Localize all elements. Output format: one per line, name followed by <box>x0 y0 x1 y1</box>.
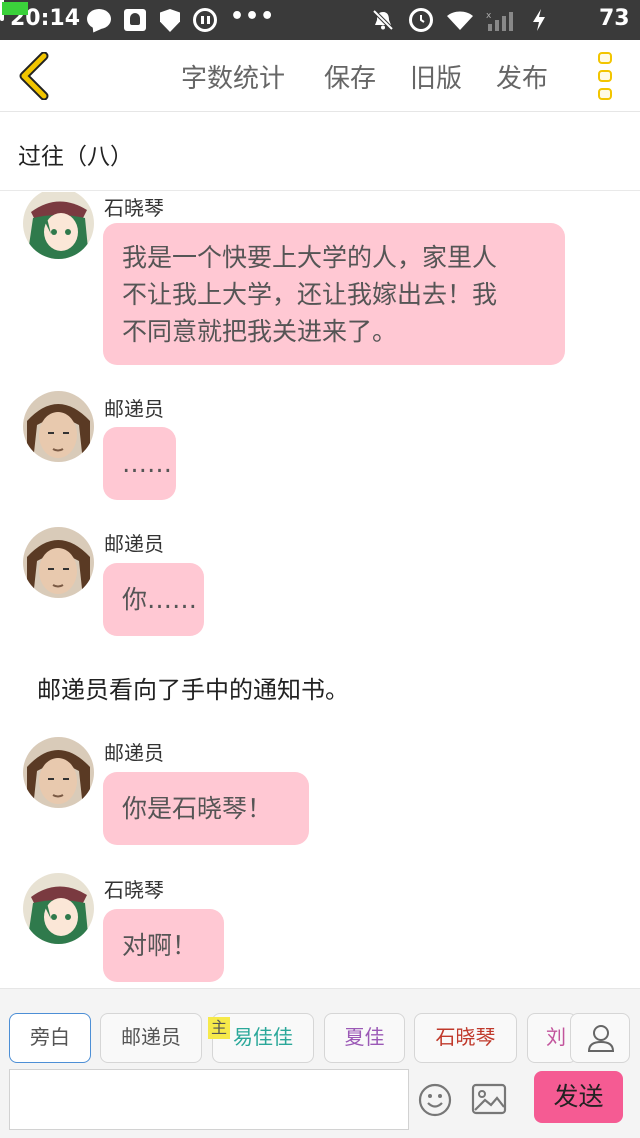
add-character-button[interactable] <box>570 1013 630 1063</box>
more-dots-icon: ••• <box>230 4 276 29</box>
story-title-bar: 过往（八） <box>0 113 640 191</box>
save-button[interactable]: 保存 <box>324 58 376 95</box>
send-button[interactable]: 发送 <box>534 1071 623 1123</box>
charging-icon <box>533 9 545 31</box>
composer-panel: 旁白 邮递员 易佳佳 主 夏佳 石晓琴 刘 发送 <box>0 988 640 1138</box>
message-bubble[interactable]: …… <box>103 427 176 500</box>
chevron-left-icon[interactable] <box>16 52 52 100</box>
svg-text:x: x <box>486 11 492 21</box>
message-text: 你…… <box>122 585 198 614</box>
message-bubble[interactable]: 对啊！ <box>103 909 224 982</box>
message-input[interactable] <box>9 1069 409 1130</box>
postman-avatar <box>23 391 94 462</box>
character-chip[interactable]: 石晓琴 <box>414 1013 517 1063</box>
message-speaker: 邮递员 <box>104 532 164 556</box>
message-bubble[interactable]: 我是一个快要上大学的人，家里人 不让我上大学，还让我嫁出去！我 不同意就把我关进… <box>103 223 565 365</box>
message-text-line: 不同意就把我关进来了。 <box>122 317 398 346</box>
character-chip[interactable]: 邮递员 <box>100 1013 202 1063</box>
message-text-line: 不让我上大学，还让我嫁出去！我 <box>122 280 498 309</box>
alarm-icon <box>409 8 433 32</box>
status-bar: 20:14 ••• x 73 <box>0 0 640 40</box>
message-speaker: 邮递员 <box>104 397 164 421</box>
old-version-button[interactable]: 旧版 <box>410 58 462 95</box>
vertical-dots-icon[interactable] <box>596 52 614 100</box>
narration-text[interactable]: 邮递员看向了手中的通知书。 <box>37 670 349 705</box>
message-speaker: 邮递员 <box>104 741 164 765</box>
image-icon[interactable] <box>471 1083 507 1115</box>
mute-bell-icon <box>372 9 394 31</box>
main-character-tag: 主 <box>208 1017 231 1039</box>
chat-area[interactable]: 石晓琴 我是一个快要上大学的人，家里人 不让我上大学，还让我嫁出去！我 不同意就… <box>0 192 640 988</box>
editor-toolbar: 字数统计 保存 旧版 发布 <box>0 40 640 112</box>
pause-icon <box>193 8 217 32</box>
girl-avatar <box>23 192 94 259</box>
signal-icon: x <box>486 11 513 31</box>
postman-avatar <box>23 737 94 808</box>
girl-avatar <box>23 873 94 944</box>
message-text-line: 我是一个快要上大学的人，家里人 <box>122 243 498 272</box>
emoji-icon[interactable] <box>418 1083 452 1117</box>
message-bubble[interactable]: 你是石晓琴！ <box>103 772 309 845</box>
ghost-icon <box>124 9 146 31</box>
person-icon <box>587 1025 615 1052</box>
message-bubble[interactable]: 你…… <box>103 563 204 636</box>
message-text: 你是石晓琴！ <box>122 794 273 823</box>
message-speaker: 石晓琴 <box>104 196 164 220</box>
message-icon <box>87 9 111 29</box>
battery-icon <box>0 0 28 21</box>
story-title[interactable]: 过往（八） <box>18 137 133 171</box>
postman-avatar <box>23 527 94 598</box>
character-chip[interactable]: 夏佳 <box>324 1013 405 1063</box>
publish-button[interactable]: 发布 <box>496 58 548 95</box>
character-chip[interactable]: 旁白 <box>9 1013 91 1063</box>
battery-level: 73 <box>599 6 630 31</box>
wifi-icon <box>447 11 473 30</box>
shield-icon <box>160 9 180 32</box>
message-text: …… <box>122 449 172 478</box>
message-speaker: 石晓琴 <box>104 878 164 902</box>
message-text: 对啊！ <box>122 931 198 960</box>
word-count-button[interactable]: 字数统计 <box>181 58 285 95</box>
